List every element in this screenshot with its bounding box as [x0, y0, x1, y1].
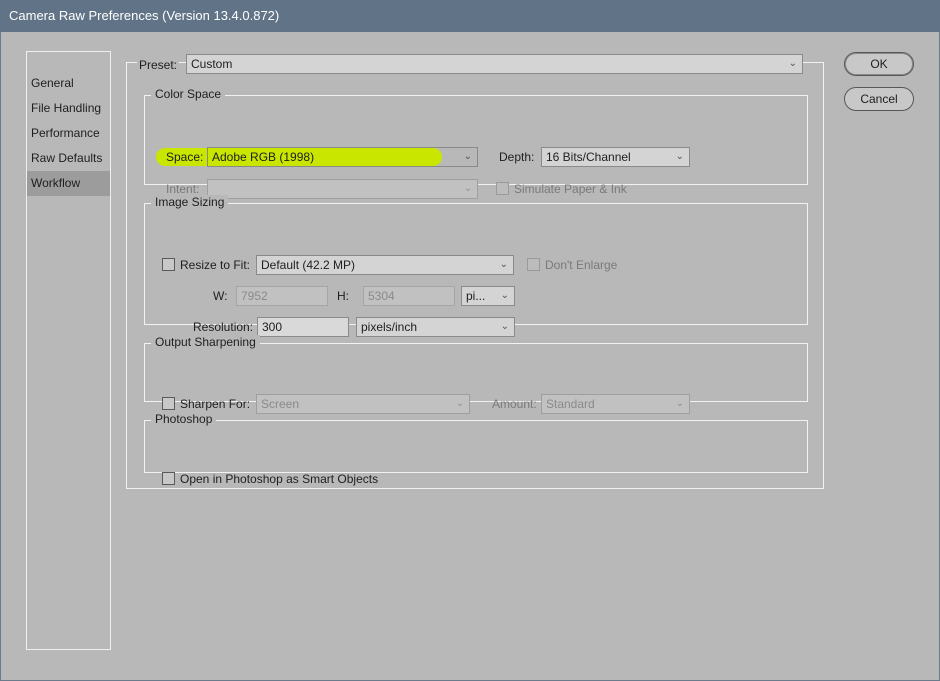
sidebar-item-workflow[interactable]: Workflow — [27, 171, 110, 196]
output-sharpening-title: Output Sharpening — [151, 335, 260, 349]
preferences-dialog: General File Handling Performance Raw De… — [1, 32, 939, 680]
chevron-down-icon: ⌄ — [499, 259, 508, 270]
dont-enlarge-label: Don't Enlarge — [545, 258, 618, 272]
resolution-label: Resolution: — [193, 320, 254, 334]
resize-to-fit-select[interactable]: Default (42.2 MP) ⌄ — [256, 255, 514, 275]
chevron-down-icon: ⌄ — [675, 398, 684, 409]
amount-select[interactable]: Standard ⌄ — [541, 394, 690, 414]
sharpen-for-checkbox[interactable] — [162, 397, 175, 410]
photoshop-group: Photoshop — [144, 412, 808, 473]
preset-select[interactable]: Custom ⌄ — [186, 54, 803, 74]
window-title-bar: Camera Raw Preferences (Version 13.4.0.8… — [0, 0, 940, 32]
sidebar-item-label: Workflow — [31, 176, 81, 190]
color-space-title: Color Space — [151, 87, 226, 101]
sidebar-item-label: General — [31, 76, 74, 90]
preferences-sidebar: General File Handling Performance Raw De… — [26, 51, 111, 650]
photoshop-title: Photoshop — [151, 412, 217, 426]
chevron-down-icon: ⌄ — [675, 151, 684, 162]
smart-objects-label: Open in Photoshop as Smart Objects — [180, 472, 379, 486]
simulate-paper-label: Simulate Paper & Ink — [514, 182, 627, 196]
resolution-input[interactable]: 300 — [257, 317, 349, 337]
cancel-button[interactable]: Cancel — [844, 87, 914, 111]
amount-label: Amount: — [492, 397, 537, 411]
sidebar-item-label: File Handling — [31, 101, 102, 115]
resolution-unit-value: pixels/inch — [361, 320, 418, 334]
color-space-group: Color Space — [144, 87, 808, 185]
sidebar-item-general[interactable]: General — [27, 71, 110, 96]
window-title: Camera Raw Preferences (Version 13.4.0.8… — [9, 8, 280, 23]
depth-value: 16 Bits/Channel — [546, 150, 631, 164]
workflow-panel: Preset: Custom ⌄ Color Space Space: Adob… — [126, 54, 824, 489]
space-value: Adobe RGB (1998) — [212, 150, 315, 164]
preset-label: Preset: — [137, 55, 180, 75]
resize-value: Default (42.2 MP) — [261, 258, 356, 272]
simulate-paper-checkbox[interactable] — [496, 182, 509, 195]
chevron-down-icon: ⌄ — [455, 398, 464, 409]
height-label: H: — [337, 289, 349, 303]
chevron-down-icon: ⌄ — [463, 151, 472, 162]
width-label: W: — [213, 289, 228, 303]
sharpen-for-select[interactable]: Screen ⌄ — [256, 394, 470, 414]
chevron-down-icon: ⌄ — [788, 58, 797, 69]
preset-value: Custom — [191, 57, 233, 71]
sharpen-for-label: Sharpen For: — [180, 397, 251, 411]
resolution-unit-select[interactable]: pixels/inch ⌄ — [356, 317, 515, 337]
size-unit-value: pi... — [466, 289, 486, 303]
height-input[interactable]: 5304 — [363, 286, 455, 306]
intent-select[interactable]: ⌄ — [207, 179, 478, 199]
depth-label: Depth: — [499, 150, 535, 164]
resize-to-fit-checkbox[interactable] — [162, 258, 175, 271]
resize-to-fit-label: Resize to Fit: — [180, 258, 251, 272]
size-unit-select[interactable]: pi... ⌄ — [461, 286, 515, 306]
dont-enlarge-checkbox[interactable] — [527, 258, 540, 271]
sidebar-item-performance[interactable]: Performance — [27, 121, 110, 146]
sidebar-item-file-handling[interactable]: File Handling — [27, 96, 110, 121]
sidebar-item-raw-defaults[interactable]: Raw Defaults — [27, 146, 110, 171]
chevron-down-icon: ⌄ — [463, 183, 472, 194]
chevron-down-icon: ⌄ — [500, 321, 509, 332]
sidebar-item-label: Raw Defaults — [31, 151, 103, 165]
image-sizing-title: Image Sizing — [151, 195, 229, 209]
depth-select[interactable]: 16 Bits/Channel ⌄ — [541, 147, 690, 167]
space-label: Space: — [166, 150, 204, 164]
space-select[interactable]: Adobe RGB (1998) ⌄ — [207, 147, 478, 167]
amount-value: Standard — [546, 397, 595, 411]
sharpen-for-value: Screen — [261, 397, 300, 411]
smart-objects-checkbox[interactable] — [162, 472, 175, 485]
chevron-down-icon: ⌄ — [500, 290, 509, 301]
sidebar-item-label: Performance — [31, 126, 100, 140]
ok-button[interactable]: OK — [844, 52, 914, 76]
width-input[interactable]: 7952 — [236, 286, 328, 306]
